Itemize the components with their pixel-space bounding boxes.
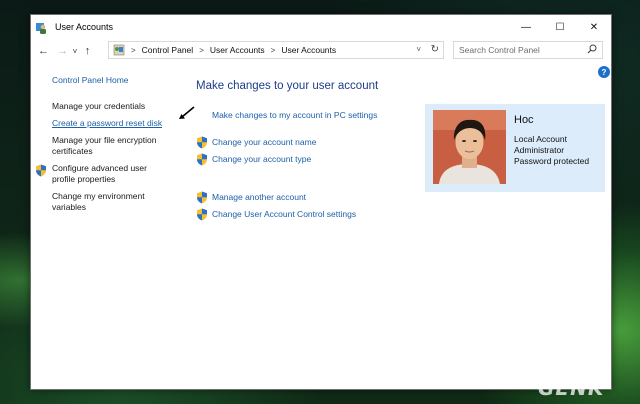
search-icon[interactable] — [587, 44, 597, 56]
uac-shield-icon — [196, 191, 208, 204]
user-accounts-app-icon — [36, 21, 48, 34]
password-status: Password protected — [514, 156, 590, 166]
sidebar-manage-credentials[interactable]: Manage your credentials — [52, 101, 145, 112]
breadcrumb-separator: > — [270, 45, 276, 55]
user-name: Hoc — [514, 114, 534, 126]
user-account-card: Hoc Local Account Administrator Password… — [425, 104, 605, 192]
sidebar-configure-advanced-profile[interactable]: Configure advanced user — [36, 163, 147, 177]
uac-shield-icon — [196, 208, 208, 221]
user-accounts-window: User Accounts — ☐ ✕ ← → ˅ ↑ > Control Pa… — [30, 14, 612, 390]
window-title: User Accounts — [55, 22, 114, 32]
sidebar-change-environment-line2[interactable]: variables — [52, 202, 86, 213]
maximize-button[interactable]: ☐ — [543, 15, 577, 39]
help-button[interactable]: ? — [598, 66, 610, 78]
breadcrumb-separator: > — [199, 45, 204, 55]
minimize-button[interactable]: — — [509, 15, 543, 39]
genk-watermark-logo: GENK — [538, 376, 605, 400]
page-heading: Make changes to your user account — [196, 80, 379, 92]
breadcrumb-separator: > — [131, 45, 136, 55]
sidebar-manage-file-encryption-line2[interactable]: certificates — [52, 146, 93, 157]
forward-button[interactable]: → — [55, 41, 70, 61]
close-button[interactable]: ✕ — [577, 15, 611, 39]
change-account-name-link[interactable]: Change your account name — [212, 137, 316, 147]
uac-shield-icon — [196, 136, 208, 149]
account-role: Administrator — [514, 145, 565, 155]
address-dropdown-button[interactable]: ˅ — [416, 45, 421, 54]
uac-shield-icon — [35, 164, 47, 177]
manage-another-account-link[interactable]: Manage another account — [212, 192, 306, 202]
sidebar-change-environment[interactable]: Change my environment — [52, 191, 145, 202]
sidebar-control-panel-home[interactable]: Control Panel Home — [52, 75, 129, 86]
search-input[interactable]: Search Control Panel — [453, 41, 603, 59]
breadcrumb-user-accounts-current[interactable]: User Accounts — [281, 45, 336, 55]
title-bar[interactable]: User Accounts — ☐ ✕ — [31, 15, 611, 39]
avatar[interactable] — [433, 110, 506, 184]
back-button[interactable]: ← — [36, 41, 51, 61]
control-panel-icon — [113, 44, 125, 56]
uac-shield-icon — [196, 153, 208, 166]
pc-settings-link[interactable]: Make changes to my account in PC setting… — [212, 110, 377, 120]
sidebar-configure-label: Configure advanced user — [52, 163, 147, 173]
breadcrumb-control-panel[interactable]: Control Panel — [142, 45, 194, 55]
breadcrumb-user-accounts[interactable]: User Accounts — [210, 45, 265, 55]
navigation-bar: ← → ˅ ↑ > Control Panel > User Accounts … — [31, 39, 611, 63]
search-placeholder: Search Control Panel — [459, 45, 540, 55]
annotation-arrow-icon — [178, 105, 196, 121]
recent-locations-button[interactable]: ˅ — [70, 41, 80, 61]
window-controls: — ☐ ✕ — [509, 15, 611, 39]
address-bar[interactable]: > Control Panel > User Accounts > User A… — [108, 41, 444, 59]
sidebar-configure-advanced-profile-line2[interactable]: profile properties — [52, 174, 115, 185]
sidebar-create-password-reset-disk[interactable]: Create a password reset disk — [52, 118, 162, 129]
account-type: Local Account — [514, 134, 567, 144]
refresh-icon[interactable]: ↻ — [431, 44, 439, 55]
up-button[interactable]: ↑ — [80, 41, 95, 61]
change-account-type-link[interactable]: Change your account type — [212, 154, 311, 164]
change-uac-settings-link[interactable]: Change User Account Control settings — [212, 209, 356, 219]
sidebar-manage-file-encryption[interactable]: Manage your file encryption — [52, 135, 156, 146]
